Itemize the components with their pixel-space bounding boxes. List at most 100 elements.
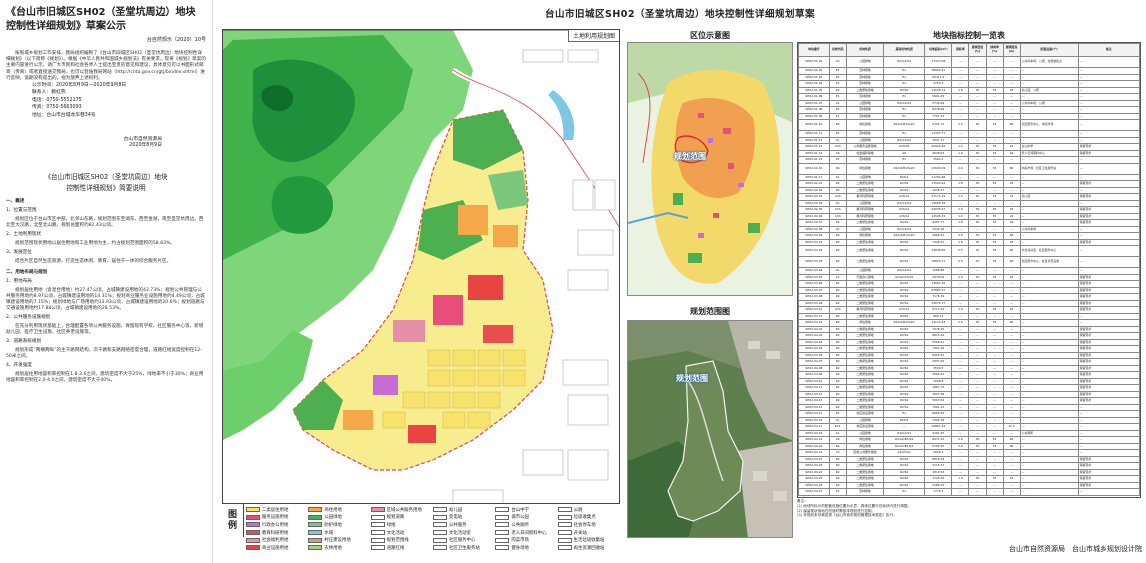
legend-item-label: 老人日间照料中心 xyxy=(511,530,547,536)
section-text: 规划形成“两横两纵”的主干路网结构，次干路和支路网络密度合理，道路红线宽度控制在… xyxy=(6,347,202,359)
legend-item: 二类居住用地 xyxy=(246,506,306,514)
notice-period: 公示时间：2020年8月9日—2020年9月8日 xyxy=(32,83,127,89)
table-row[interactable]: SH02-03-03 R2 二类居住用地 R2/S2 19823.11 2.5 30 35 60… xyxy=(798,256,1140,268)
table-cell: 30 xyxy=(968,119,987,131)
table-row[interactable]: SH02-01-16 Rb 商住用地 R2/A2/B1/S4/U 13900.29 2.6… xyxy=(798,162,1140,175)
legend-item: 台山中学 xyxy=(495,506,555,514)
legend-item: 开关站 xyxy=(557,529,618,537)
table-header-cell: 兼容用地性质 xyxy=(883,43,926,57)
table-row[interactable]: SH02-04-27 E1 农林用地 E1 1776.4— — — — — — xyxy=(798,488,1140,496)
table-body: SH02-01-01 A2 公园绿地 R2/G1/S4 17473.08— — — — 公共停车… xyxy=(798,56,1140,496)
table-cell: 35 xyxy=(985,162,1004,175)
table-cell: — xyxy=(1019,488,1079,496)
legend-item: 再生资源回收站 xyxy=(557,544,618,552)
section-subheading: 1、用地布局 xyxy=(6,278,32,284)
table-cell: 公园绿地 xyxy=(845,56,885,68)
section-subheading: 2、公共服务设施规划 xyxy=(6,314,51,320)
location-map[interactable]: 规划范围 xyxy=(627,42,793,296)
legend-item-label: 公厕 xyxy=(573,507,583,513)
legend-item-label: 公共服务 xyxy=(448,522,467,528)
location-map-label: 规划范围 xyxy=(674,152,706,161)
table-cell: 80 xyxy=(1002,162,1021,175)
legend-swatch xyxy=(370,522,385,528)
legend-item: 教育科研用地 xyxy=(246,529,306,537)
legend-item: 公共服务 xyxy=(432,521,493,529)
table-cell: 30 xyxy=(968,256,987,268)
legend-swatch xyxy=(432,507,447,513)
table-cell: Rb xyxy=(828,162,847,175)
table-row[interactable]: SH02-01-01 A2 公园绿地 R2/G1/S4 17473.08— — — — 公共停车… xyxy=(798,56,1140,68)
table-cell: R2/S2 xyxy=(883,256,926,268)
index-table[interactable]: 地块编号 用地代码 用地性质 兼容用地性质 用地面积(m²) 容积率 建筑密度(%) 绿地率(… xyxy=(797,42,1141,498)
table-cell: 13836.66 xyxy=(924,245,953,257)
legend-item-label: 商业设施用地 xyxy=(262,545,289,551)
plan-summary-title-2: 控制性详细规划》简要说明 xyxy=(66,183,146,192)
table-row[interactable]: SH02-03-02 R2 二类居住用地 R2/S2 13836.66 2.5 30 35 60… xyxy=(798,245,1140,257)
table-header-cell: 备注 xyxy=(1077,43,1140,57)
table-cell: 9701.72 xyxy=(924,119,953,131)
notice-panel: 《台山市旧城区SH02（圣堂坑周边）地块 控制性详细规划》草案公示 台自然规示（… xyxy=(0,0,213,563)
legend-label-char-2: 例 xyxy=(227,520,237,531)
legend-swatch xyxy=(557,522,572,528)
legend-item: 行政办公用地 xyxy=(246,521,306,529)
legend-item-label: 生活垃圾收集站 xyxy=(573,538,605,544)
table-cell: SH02-03-02 xyxy=(798,245,830,257)
table-cell: E1 xyxy=(828,488,847,496)
legend-swatch xyxy=(308,537,323,543)
table-notes: 备注： (1) 地块所标示的配套设施位置为示意，具体位置可在地块内进行调整。 (… xyxy=(797,499,1141,523)
table-cell: — xyxy=(985,56,1004,68)
table-cell: 2.6 xyxy=(951,162,970,175)
legend-item: 商业设施用地 xyxy=(246,544,306,552)
section-subheading: 2、土地利用现状 xyxy=(6,231,42,237)
legend-item: 区域公共服务用地 xyxy=(370,506,431,514)
legend-item: 社区服务中心 xyxy=(432,536,493,544)
notice-phone: 电话：0750-5552175 xyxy=(32,97,82,103)
legend-swatch xyxy=(495,537,510,543)
notice-title-line2: 控制性详细规划》草案公示 xyxy=(6,21,126,32)
legend-item-label: 台山中学 xyxy=(511,507,529,513)
notice-ref: 台自然规示（2020）10号 xyxy=(146,37,206,43)
table-cell: 1776.4 xyxy=(924,488,953,496)
legend-item: 规划道路 xyxy=(370,514,431,522)
legend-item-label: 公共厕所 xyxy=(511,522,529,528)
table-cell: A2 xyxy=(828,56,847,68)
table-cell: 60 xyxy=(1002,119,1021,131)
legend-swatch xyxy=(432,537,447,543)
range-map-title: 规划范围图 xyxy=(690,307,730,316)
table-header-cell: 用地面积(m²) xyxy=(924,43,953,57)
legend-item: 变电站 xyxy=(432,514,493,522)
legend-item-label: 文化活动室 xyxy=(448,530,471,536)
footer-org: 台山市自然资源局 台山市城乡规划设计院 xyxy=(1009,545,1142,553)
table-cell: — xyxy=(1077,56,1140,68)
table-header-row: 地块编号 用地代码 用地性质 兼容用地性质 用地面积(m²) 容积率 建筑密度(%) 绿地率(… xyxy=(798,43,1140,57)
table-cell: 35 xyxy=(985,245,1004,257)
legend-swatch xyxy=(557,514,572,520)
map-inner-title: 土地利用规划图 xyxy=(567,30,619,42)
legend-item-label: 商住用地 xyxy=(324,507,342,513)
legend-item: 文化活动室 xyxy=(432,529,493,537)
legend-swatch xyxy=(246,522,260,528)
notice-sign-date: 2020年8月9日 xyxy=(129,143,162,149)
legend-item-label: 绿线 xyxy=(386,522,396,528)
table-cell: 35 xyxy=(985,119,1004,131)
table-cell: — xyxy=(968,488,987,496)
location-map-title: 区位示意图 xyxy=(690,31,730,40)
notice-fax: 传真：0750-5663093 xyxy=(32,105,82,111)
table-cell: SH02-04-27 xyxy=(798,488,830,496)
section-text: 结合片区自然生态资源，打造生态休闲、教育、居住于一体的综合服务片区。 xyxy=(15,258,172,264)
range-map-graphic xyxy=(628,321,792,537)
legend-swatch xyxy=(370,537,385,543)
table-header-cell: 容积率 xyxy=(951,43,970,57)
legend-swatch xyxy=(495,522,510,528)
table-cell: Rb xyxy=(828,119,847,131)
range-map[interactable]: 规划范围 xyxy=(627,320,793,538)
table-cell: — xyxy=(1077,488,1140,496)
legend-item: 社区卫生服务站 xyxy=(432,544,493,552)
table-row[interactable]: SH02-01-10 Rb 商住用地 R2/A2/B1/S4/U 9701.72 2.5 3… xyxy=(798,119,1140,131)
table-cell: 2.5 xyxy=(951,119,970,131)
land-use-map[interactable]: 土地利用规划图 xyxy=(222,29,620,536)
legend-swatch xyxy=(495,545,510,551)
section-text: 规划居住用地（含混合用地）约27.47公顷，占城镇建设用地的43.73%；规划公… xyxy=(6,287,205,311)
table-cell: — xyxy=(1077,256,1140,268)
table-cell: — xyxy=(951,488,970,496)
